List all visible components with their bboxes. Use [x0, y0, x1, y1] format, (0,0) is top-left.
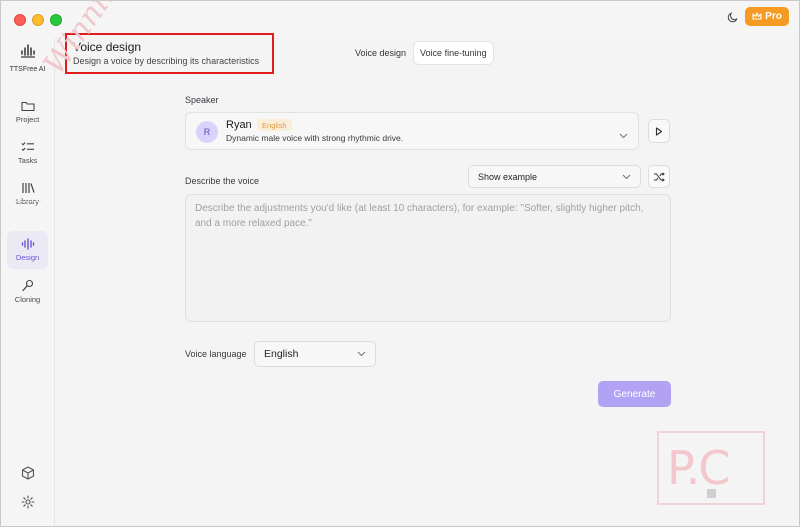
voice-language-label: Voice language	[185, 349, 247, 359]
folder-icon	[20, 101, 35, 112]
show-example-select[interactable]: Show example	[468, 165, 641, 188]
voice-description-textarea[interactable]: Describe the adjustments you'd like (at …	[185, 194, 671, 322]
zoom-window-button[interactable]	[50, 14, 62, 26]
checklist-icon	[21, 142, 34, 151]
tab-voice-fine-tuning[interactable]: Voice fine-tuning	[414, 42, 493, 64]
pro-button[interactable]: Pro	[745, 7, 789, 26]
settings-gear-icon[interactable]	[19, 493, 37, 511]
cube-icon[interactable]	[19, 464, 37, 482]
sidebar-item-project[interactable]: Project	[7, 93, 48, 131]
show-example-value: Show example	[478, 171, 538, 182]
sidebar-divider	[15, 201, 41, 202]
microphone-pen-icon	[21, 279, 33, 291]
speaker-name: Ryan	[226, 119, 252, 131]
describe-label: Describe the voice	[185, 176, 260, 186]
sidebar-item-cloning[interactable]: Cloning	[7, 272, 48, 310]
language-badge: English	[257, 119, 292, 131]
sidebar-item-label: Project	[15, 115, 40, 124]
sidebar: TTSFree AI Project Tasks Library Design …	[1, 35, 54, 526]
sidebar-item-design[interactable]: Design	[7, 231, 48, 269]
voice-language-select[interactable]: English	[254, 341, 376, 367]
annotation-highlight-box	[65, 33, 274, 74]
sidebar-item-library[interactable]: Library	[7, 175, 48, 213]
watermark-square	[707, 489, 716, 498]
sidebar-item-label: Design	[15, 253, 40, 262]
app-window: Pro TTSFree AI Project Tasks Library Des…	[0, 0, 800, 527]
pc-watermark: P.C	[657, 431, 765, 505]
moon-icon[interactable]	[725, 9, 741, 25]
avatar: R	[196, 121, 218, 143]
speaker-select[interactable]: R Ryan English Dynamic male voice with s…	[185, 112, 639, 150]
voice-language-value: English	[264, 348, 299, 360]
tab-voice-design[interactable]: Voice design	[349, 42, 412, 64]
chevron-down-icon	[619, 126, 628, 144]
watermark-logo-text: P.C	[667, 441, 730, 495]
library-icon	[21, 183, 35, 193]
shuffle-icon	[654, 171, 665, 182]
chevron-down-icon	[622, 172, 631, 182]
logo-waveform-icon	[20, 44, 35, 58]
minimize-window-button[interactable]	[32, 14, 44, 26]
speaker-description: Dynamic male voice with strong rhythmic …	[226, 133, 404, 143]
play-preview-button[interactable]	[648, 119, 670, 143]
crown-icon	[752, 12, 762, 20]
speaker-label: Speaker	[185, 95, 219, 105]
generate-button[interactable]: Generate	[598, 381, 671, 407]
close-window-button[interactable]	[14, 14, 26, 26]
sidebar-item-tasks[interactable]: Tasks	[7, 134, 48, 172]
play-icon	[655, 126, 663, 136]
shuffle-button[interactable]	[648, 165, 670, 188]
sidebar-item-label: Cloning	[14, 294, 41, 304]
chevron-down-icon	[357, 348, 366, 360]
mode-tabs: Voice design Voice fine-tuning	[349, 42, 493, 64]
sidebar-item-label: Tasks	[17, 156, 38, 165]
titlebar: Pro	[1, 1, 799, 35]
pro-label: Pro	[765, 11, 782, 22]
waveform-icon	[21, 238, 34, 250]
